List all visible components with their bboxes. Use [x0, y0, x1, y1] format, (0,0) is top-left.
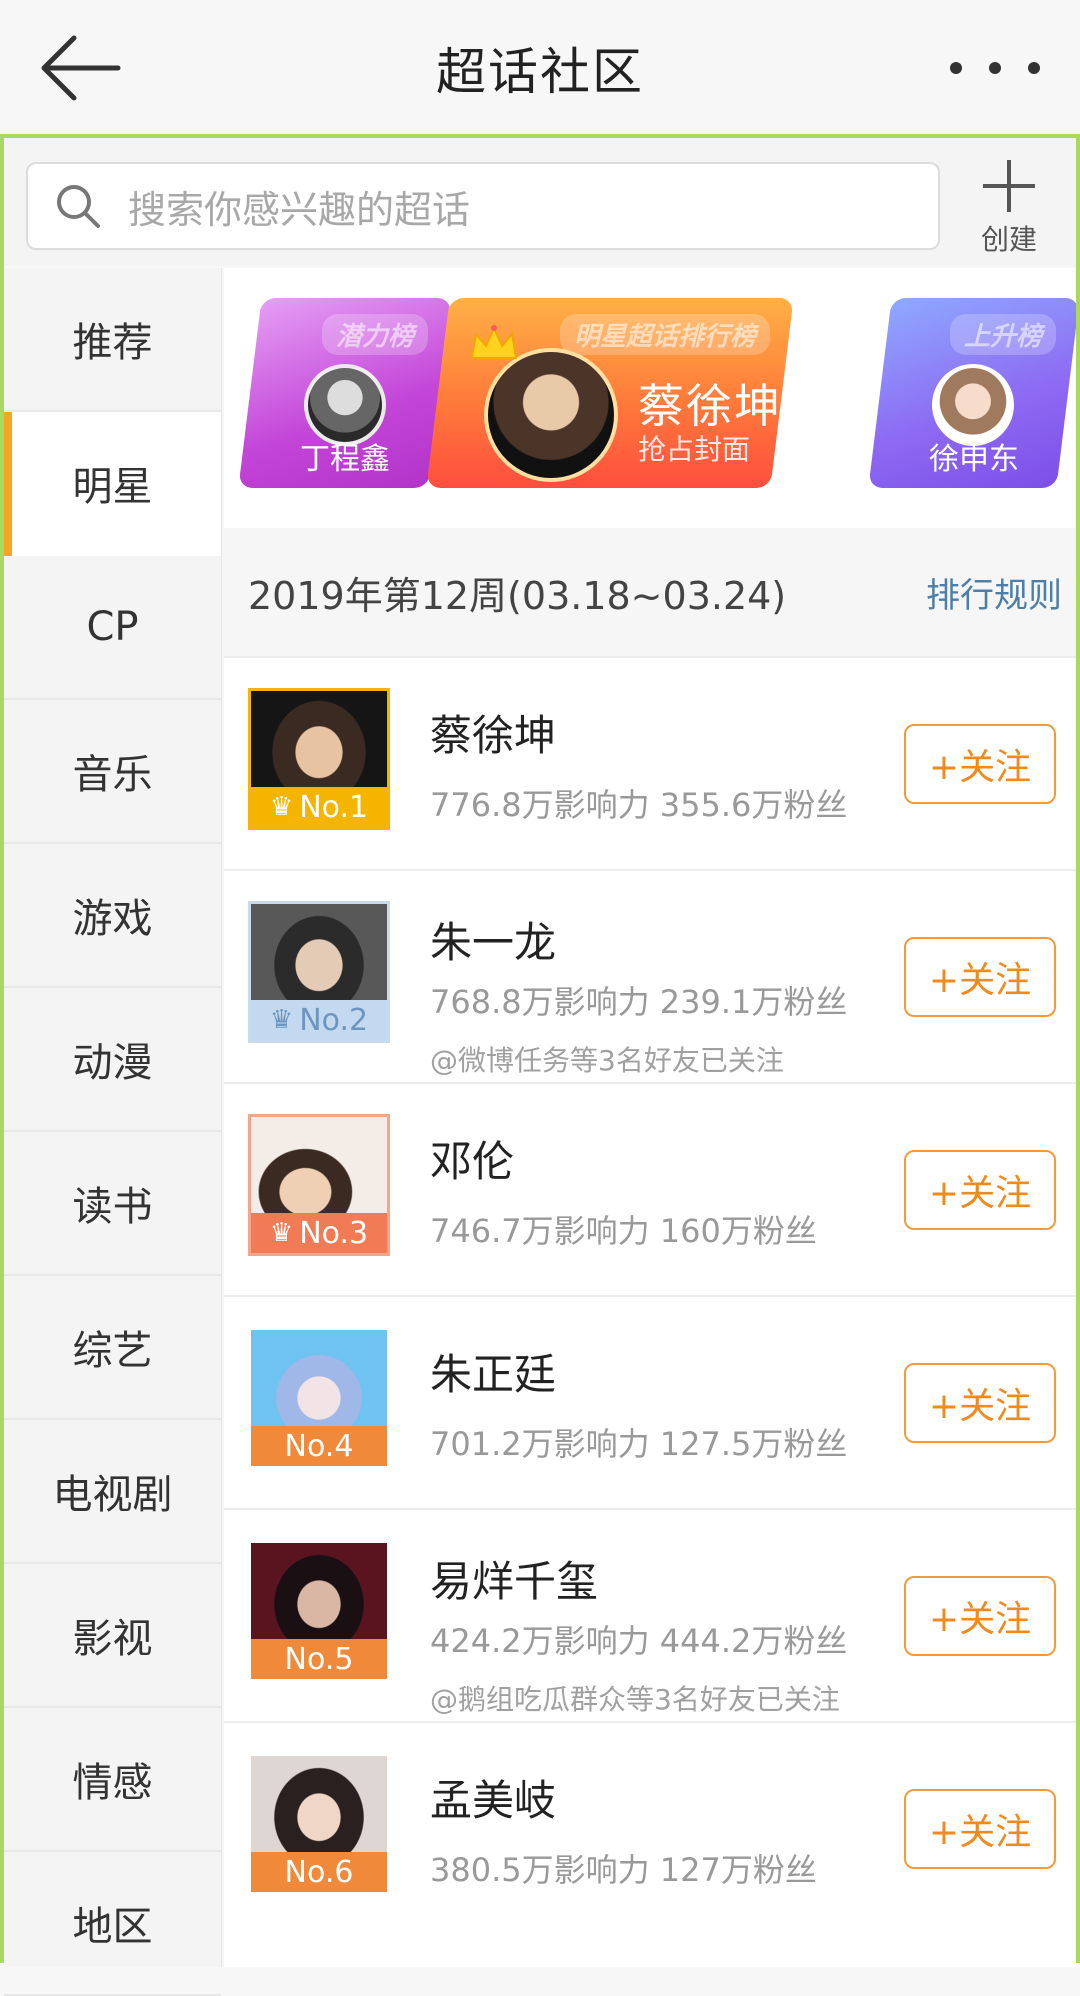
category-sidebar: 推荐 明星 CP 音乐 游戏 动漫 读书 综艺 电视剧 影视 情感 地区	[4, 268, 222, 1996]
crown-icon: ♛	[269, 1005, 294, 1035]
table-row[interactable]: ♛ No.2 朱一龙 768.8万影响力 239.1万粉丝 @微博任务等3名好友已…	[224, 869, 1076, 1082]
crown-icon: ♛	[269, 792, 294, 822]
sidebar-item-stars[interactable]: 明星	[4, 412, 221, 556]
follow-button[interactable]: +关注	[904, 1576, 1056, 1656]
table-row[interactable]: ♛ No.1 蔡徐坤 776.8万影响力 355.6万粉丝 +关注	[224, 656, 1076, 869]
sidebar-item-emotion[interactable]: 情感	[4, 1708, 221, 1852]
rank-number: No.2	[299, 1002, 369, 1038]
card-name: 徐申东	[929, 442, 1019, 477]
follow-button[interactable]: +关注	[904, 1789, 1056, 1869]
star-name: 朱一龙	[430, 918, 557, 967]
rank-badge: ♛ No.2	[251, 1000, 387, 1040]
search-row: 搜索你感兴趣的超话 创建	[4, 138, 1076, 266]
star-name: 邓伦	[430, 1137, 515, 1186]
rank-badge: No.4	[251, 1426, 387, 1466]
star-name: 朱正廷	[430, 1350, 557, 1399]
table-row[interactable]: ♛ No.3 邓伦 746.7万影响力 160万粉丝 +关注	[224, 1082, 1076, 1295]
follow-button[interactable]: +关注	[904, 937, 1056, 1017]
rank-badge: ♛ No.3	[251, 1213, 387, 1253]
ranking-banner: 潜力榜 丁程鑫 明星超话排行榜 蔡徐坤 抢占封面 上升榜 徐申东	[224, 268, 1076, 528]
follow-button[interactable]: +关注	[904, 1150, 1056, 1230]
rank-badge: No.5	[251, 1639, 387, 1679]
follow-button[interactable]: +关注	[904, 724, 1056, 804]
star-name: 蔡徐坤	[430, 711, 557, 760]
rank-thumbnail: ♛ No.2	[248, 901, 390, 1043]
top-bar: 超话社区	[0, 0, 1080, 136]
table-row[interactable]: No.5 易烊千玺 424.2万影响力 444.2万粉丝 @鹅组吃瓜群众等3名好…	[224, 1508, 1076, 1721]
avatar	[484, 348, 618, 482]
create-button[interactable]: 创建	[954, 156, 1064, 266]
plus-icon	[983, 160, 1035, 212]
create-label: 创建	[980, 223, 1037, 256]
sidebar-item-recommend[interactable]: 推荐	[4, 268, 221, 412]
ranking-list: ♛ No.1 蔡徐坤 776.8万影响力 355.6万粉丝 +关注 ♛ No.2 朱…	[224, 656, 1076, 1934]
card-tag: 上升榜	[949, 314, 1056, 355]
crown-icon	[470, 325, 518, 359]
back-arrow-icon[interactable]	[38, 30, 122, 106]
star-stats: 424.2万影响力 444.2万粉丝	[430, 1622, 848, 1660]
rank-number: No.6	[284, 1854, 354, 1890]
card-subtitle: 抢占封面	[638, 433, 751, 466]
week-row: 2019年第12周(03.18~03.24) 排行规则	[224, 528, 1076, 656]
friends-followed: @鹅组吃瓜群众等3名好友已关注	[430, 1683, 840, 1716]
rank-badge: ♛ No.1	[251, 787, 387, 827]
rank-thumbnail: ♛ No.1	[248, 688, 390, 830]
sidebar-item-region[interactable]: 地区	[4, 1852, 221, 1996]
rank-number: No.4	[284, 1428, 354, 1464]
crown-icon: ♛	[269, 1218, 294, 1248]
sidebar-item-anime[interactable]: 动漫	[4, 988, 221, 1132]
rank-number: No.1	[299, 789, 369, 825]
table-row[interactable]: No.6 孟美岐 380.5万影响力 127万粉丝 +关注	[224, 1721, 1076, 1934]
star-stats: 746.7万影响力 160万粉丝	[430, 1212, 817, 1250]
sidebar-item-music[interactable]: 音乐	[4, 700, 221, 844]
search-input[interactable]: 搜索你感兴趣的超话	[26, 162, 940, 250]
rank-number: No.5	[284, 1641, 354, 1677]
rank-thumbnail: No.4	[248, 1327, 390, 1469]
sidebar-item-variety[interactable]: 综艺	[4, 1276, 221, 1420]
more-options-icon[interactable]	[950, 46, 1040, 90]
sidebar-item-cp[interactable]: CP	[4, 556, 221, 700]
rank-thumbnail: ♛ No.3	[248, 1114, 390, 1256]
card-name: 蔡徐坤	[638, 379, 782, 433]
rank-thumbnail: No.5	[248, 1540, 390, 1682]
card-name: 丁程鑫	[300, 442, 390, 477]
ranking-rules-link[interactable]: 排行规则	[926, 568, 1062, 617]
card-tag: 明星超话排行榜	[559, 314, 770, 355]
table-row[interactable]: No.4 朱正廷 701.2万影响力 127.5万粉丝 +关注	[224, 1295, 1076, 1508]
star-name: 孟美岐	[430, 1776, 557, 1825]
rank-thumbnail: No.6	[248, 1753, 390, 1895]
sidebar-item-tv-drama[interactable]: 电视剧	[4, 1420, 221, 1564]
friends-followed: @微博任务等3名好友已关注	[430, 1044, 784, 1077]
week-label: 2019年第12周(03.18~03.24)	[248, 573, 787, 618]
star-stats: 768.8万影响力 239.1万粉丝	[430, 983, 848, 1021]
rank-badge: No.6	[251, 1852, 387, 1892]
search-icon	[57, 185, 100, 228]
sidebar-item-games[interactable]: 游戏	[4, 844, 221, 988]
star-stats: 701.2万影响力 127.5万粉丝	[430, 1425, 848, 1463]
sidebar-item-film[interactable]: 影视	[4, 1564, 221, 1708]
rank-number: No.3	[299, 1215, 369, 1251]
star-ranking-card[interactable]: 明星超话排行榜 蔡徐坤 抢占封面	[426, 298, 794, 488]
star-stats: 380.5万影响力 127万粉丝	[430, 1851, 817, 1889]
rising-list-card[interactable]: 上升榜 徐申东	[868, 298, 1076, 488]
content-frame: 搜索你感兴趣的超话 创建 推荐 明星 CP 音乐 游戏 动漫 读书 综艺 电视剧…	[0, 134, 1080, 1996]
main-content: 潜力榜 丁程鑫 明星超话排行榜 蔡徐坤 抢占封面 上升榜 徐申东 2019年第1…	[224, 268, 1076, 1967]
star-name: 易烊千玺	[430, 1557, 599, 1606]
potential-list-card[interactable]: 潜力榜 丁程鑫	[238, 298, 452, 488]
sidebar-item-books[interactable]: 读书	[4, 1132, 221, 1276]
follow-button[interactable]: +关注	[904, 1363, 1056, 1443]
card-tag: 潜力榜	[321, 314, 428, 355]
page-title: 超话社区	[436, 43, 644, 101]
search-placeholder: 搜索你感兴趣的超话	[128, 187, 471, 232]
star-stats: 776.8万影响力 355.6万粉丝	[430, 786, 848, 824]
